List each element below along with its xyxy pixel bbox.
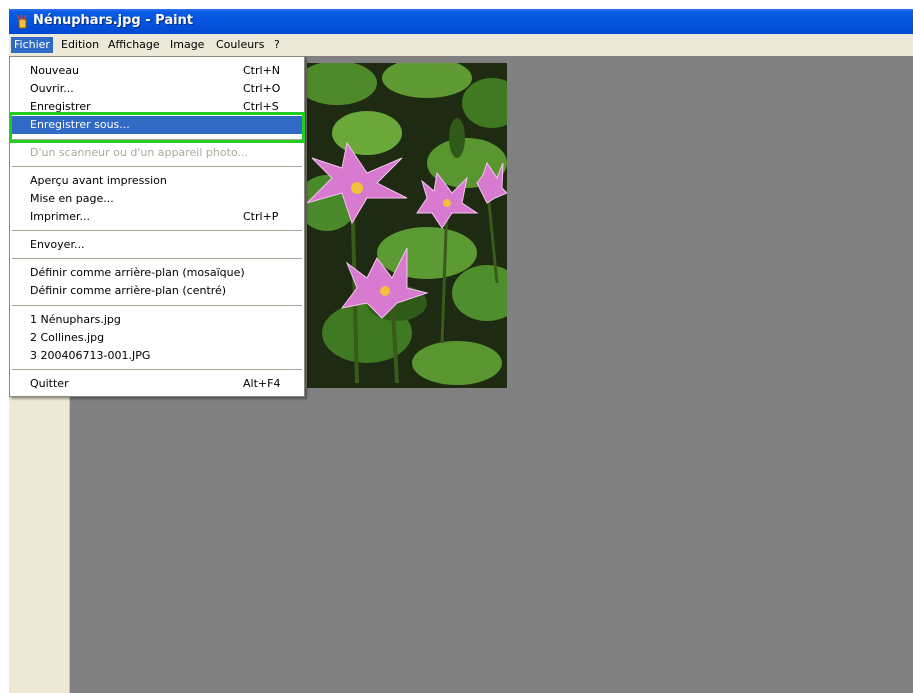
paint-bucket-icon xyxy=(16,14,27,29)
title-bar[interactable]: Nénuphars.jpg - Paint xyxy=(9,9,913,34)
menu-couleurs[interactable]: Couleurs xyxy=(213,37,267,53)
menu-item-nouveau[interactable]: Nouveau Ctrl+N xyxy=(11,62,303,80)
menu-item-mise-en-page[interactable]: Mise en page... xyxy=(11,190,303,208)
file-menu-dropdown: Nouveau Ctrl+N Ouvrir... Ctrl+O Enregist… xyxy=(9,56,305,397)
menu-item-label: Nouveau xyxy=(30,64,79,77)
menu-item-imprimer[interactable]: Imprimer... Ctrl+P xyxy=(11,208,303,226)
menu-item-quitter[interactable]: Quitter Alt+F4 xyxy=(11,375,303,393)
menu-affichage[interactable]: Affichage xyxy=(105,37,163,53)
menu-item-shortcut: Ctrl+O xyxy=(243,82,281,95)
menu-separator xyxy=(12,369,302,370)
menu-edition[interactable]: Edition xyxy=(58,37,102,53)
menu-item-fond-centre[interactable]: Définir comme arrière-plan (centré) xyxy=(11,282,303,300)
menu-item-label: Mise en page... xyxy=(30,192,114,205)
canvas-image[interactable] xyxy=(307,63,507,388)
menu-separator xyxy=(12,166,302,167)
menu-help[interactable]: ? xyxy=(271,37,283,53)
menu-item-scanner: D'un scanneur ou d'un appareil photo... xyxy=(11,144,303,162)
menu-separator xyxy=(12,230,302,231)
menu-item-label: 2 Collines.jpg xyxy=(30,331,105,344)
water-lilies-image xyxy=(307,63,507,388)
menu-item-shortcut: Ctrl+N xyxy=(243,64,281,77)
menu-item-apercu[interactable]: Aperçu avant impression xyxy=(11,172,303,190)
annotation-highlight-box xyxy=(9,112,305,143)
menu-item-label: Définir comme arrière-plan (mosaïque) xyxy=(30,266,245,279)
menu-item-label: Définir comme arrière-plan (centré) xyxy=(30,284,227,297)
menu-item-shortcut: Alt+F4 xyxy=(243,377,281,390)
menu-item-label: 1 Nénuphars.jpg xyxy=(30,313,121,326)
menu-item-label: D'un scanneur ou d'un appareil photo... xyxy=(30,146,248,159)
menu-item-recent-1[interactable]: 1 Nénuphars.jpg xyxy=(11,311,303,329)
window-title: Nénuphars.jpg - Paint xyxy=(33,13,194,28)
menu-item-label: Envoyer... xyxy=(30,238,85,251)
menu-item-recent-3[interactable]: 3 200406713-001.JPG xyxy=(11,347,303,365)
menu-separator xyxy=(12,305,302,306)
menu-item-label: Quitter xyxy=(30,377,69,390)
menu-image[interactable]: Image xyxy=(167,37,207,53)
menu-item-recent-2[interactable]: 2 Collines.jpg xyxy=(11,329,303,347)
menu-fichier[interactable]: Fichier xyxy=(11,37,53,53)
menu-item-label: Imprimer... xyxy=(30,210,91,223)
menu-item-shortcut: Ctrl+P xyxy=(243,210,279,223)
paint-window: Nénuphars.jpg - Paint Fichier Edition Af… xyxy=(9,9,913,693)
menu-separator xyxy=(12,258,302,259)
menu-item-label: 3 200406713-001.JPG xyxy=(30,349,151,362)
menu-item-envoyer[interactable]: Envoyer... xyxy=(11,236,303,254)
menu-item-fond-mosaique[interactable]: Définir comme arrière-plan (mosaïque) xyxy=(11,264,303,282)
menu-item-ouvrir[interactable]: Ouvrir... Ctrl+O xyxy=(11,80,303,98)
menu-item-label: Aperçu avant impression xyxy=(30,174,167,187)
menu-item-label: Ouvrir... xyxy=(30,82,74,95)
menu-bar: Fichier Edition Affichage Image Couleurs… xyxy=(9,34,913,56)
